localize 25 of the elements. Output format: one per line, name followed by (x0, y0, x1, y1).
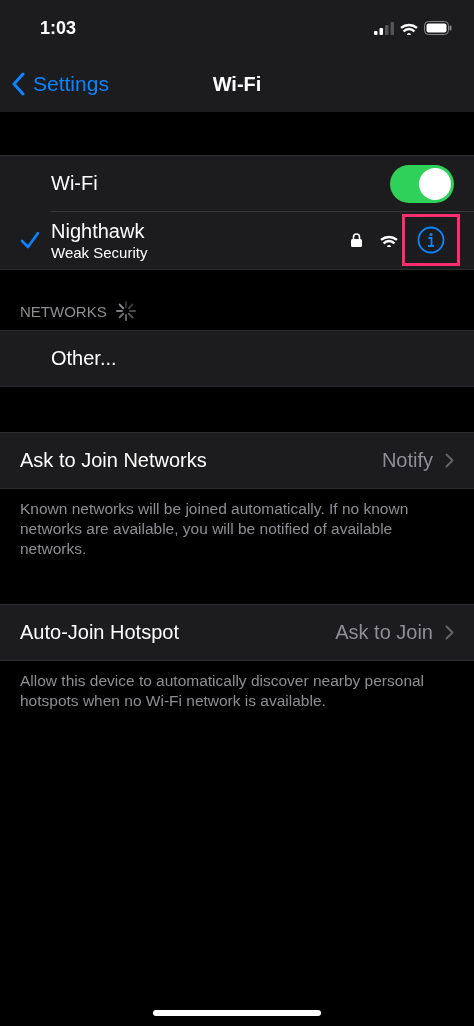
footer-note: Allow this device to automatically discover nearby personal hotspots when no Wi-Fi network is available. (19, 671, 426, 711)
signal-icon (374, 21, 394, 35)
footer-note: Known networks will be joined automatically. If no known networks are available, you will be notified of available networks. (19, 499, 410, 559)
network-item[interactable]: Other... (20, 347, 454, 370)
settings-row[interactable]: Auto-Join Hotspot Ask to Join (0, 604, 474, 661)
wifi-toggle[interactable] (390, 164, 454, 203)
setting-label: Ask to Join Networks (20, 449, 208, 472)
page-title: Wi-Fi (212, 72, 262, 96)
chevron-right-icon (445, 453, 454, 468)
info-icon[interactable] (417, 226, 445, 254)
battery-icon (424, 21, 452, 35)
settings-row[interactable]: Ask to Join Networks Notify (0, 432, 474, 489)
wifi-label: Wi-Fi (50, 172, 99, 195)
back-button[interactable]: Settings (0, 72, 109, 96)
wifi-signal-icon (380, 233, 398, 247)
setting-value: Notify (381, 449, 433, 472)
chevron-left-icon (11, 72, 25, 96)
network-security: Weak Security (51, 243, 149, 261)
network-name[interactable]: Nighthawk (51, 219, 351, 243)
wifi-icon (400, 21, 418, 35)
status-time: 1:03 (40, 17, 77, 39)
setting-label: Auto-Join Hotspot (20, 621, 180, 644)
section-header: NETWORKS (20, 302, 107, 320)
setting-value: Ask to Join (335, 621, 433, 644)
chevron-right-icon (445, 625, 454, 640)
